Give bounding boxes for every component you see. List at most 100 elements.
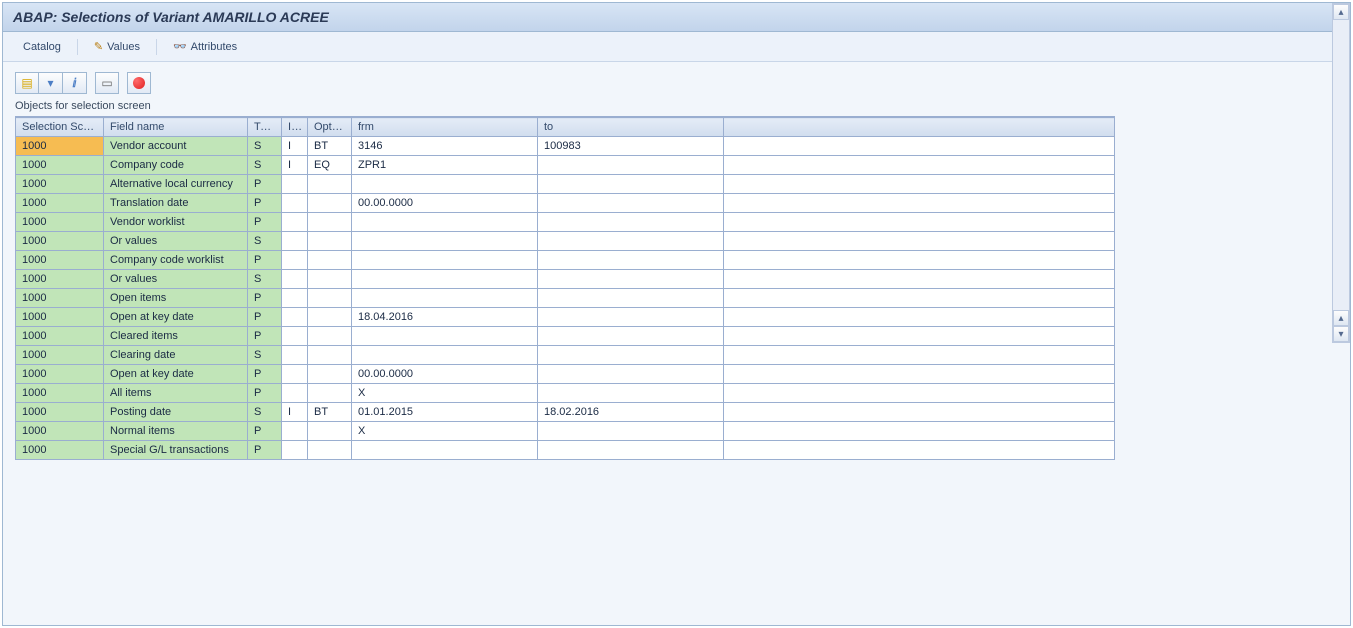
cell-selection-scrn[interactable]: 1000: [16, 403, 104, 422]
cell-ie[interactable]: [282, 346, 308, 365]
cell-type[interactable]: S: [248, 156, 282, 175]
table-row[interactable]: 1000Alternative local currencyP: [16, 175, 1115, 194]
cell-to[interactable]: [538, 213, 724, 232]
cell-field-name[interactable]: Alternative local currency: [104, 175, 248, 194]
table-row[interactable]: 1000Special G/L transactionsP: [16, 441, 1115, 460]
cell-ie[interactable]: I: [282, 137, 308, 156]
cell-type[interactable]: S: [248, 232, 282, 251]
cell-option[interactable]: BT: [308, 403, 352, 422]
cell-ie[interactable]: [282, 365, 308, 384]
table-row[interactable]: 1000All itemsPX: [16, 384, 1115, 403]
cell-selection-scrn[interactable]: 1000: [16, 365, 104, 384]
cell-ie[interactable]: [282, 232, 308, 251]
filter-button[interactable]: ▾: [39, 72, 63, 94]
cell-type[interactable]: S: [248, 346, 282, 365]
cell-option[interactable]: [308, 270, 352, 289]
cell-field-name[interactable]: Translation date: [104, 194, 248, 213]
cell-ie[interactable]: I: [282, 156, 308, 175]
cell-frm[interactable]: [352, 251, 538, 270]
col-option[interactable]: Option: [308, 118, 352, 137]
vertical-scrollbar[interactable]: ▴ ▴ ▾: [1332, 3, 1350, 343]
cell-frm[interactable]: [352, 346, 538, 365]
cell-type[interactable]: P: [248, 384, 282, 403]
cell-option[interactable]: [308, 232, 352, 251]
sum-button[interactable]: ⅈ: [63, 72, 87, 94]
cell-option[interactable]: [308, 308, 352, 327]
cell-ie[interactable]: [282, 194, 308, 213]
table-row[interactable]: 1000Or valuesS: [16, 232, 1115, 251]
cell-selection-scrn[interactable]: 1000: [16, 232, 104, 251]
table-row[interactable]: 1000Open at key dateP00.00.0000: [16, 365, 1115, 384]
cell-ie[interactable]: [282, 384, 308, 403]
cell-to[interactable]: [538, 289, 724, 308]
cell-frm[interactable]: [352, 213, 538, 232]
table-row[interactable]: 1000Vendor accountSIBT3146100983: [16, 137, 1115, 156]
scroll-up-icon[interactable]: ▴: [1333, 4, 1349, 20]
cell-to[interactable]: [538, 441, 724, 460]
cell-selection-scrn[interactable]: 1000: [16, 270, 104, 289]
cell-ie[interactable]: [282, 422, 308, 441]
cell-ie[interactable]: [282, 270, 308, 289]
cell-field-name[interactable]: Open items: [104, 289, 248, 308]
cell-frm[interactable]: 3146: [352, 137, 538, 156]
cell-selection-scrn[interactable]: 1000: [16, 422, 104, 441]
cell-type[interactable]: P: [248, 194, 282, 213]
table-row[interactable]: 1000Clearing dateS: [16, 346, 1115, 365]
cell-selection-scrn[interactable]: 1000: [16, 327, 104, 346]
table-row[interactable]: 1000Cleared itemsP: [16, 327, 1115, 346]
cell-field-name[interactable]: Company code: [104, 156, 248, 175]
table-row[interactable]: 1000Translation dateP00.00.0000: [16, 194, 1115, 213]
cell-ie[interactable]: [282, 251, 308, 270]
cell-field-name[interactable]: Special G/L transactions: [104, 441, 248, 460]
cell-field-name[interactable]: Company code worklist: [104, 251, 248, 270]
cell-field-name[interactable]: Cleared items: [104, 327, 248, 346]
cell-selection-scrn[interactable]: 1000: [16, 384, 104, 403]
col-frm[interactable]: frm: [352, 118, 538, 137]
layout-button[interactable]: [127, 72, 151, 94]
cell-field-name[interactable]: Or values: [104, 232, 248, 251]
cell-selection-scrn[interactable]: 1000: [16, 441, 104, 460]
cell-ie[interactable]: [282, 308, 308, 327]
cell-to[interactable]: [538, 251, 724, 270]
cell-to[interactable]: [538, 384, 724, 403]
cell-to[interactable]: [538, 422, 724, 441]
cell-to[interactable]: [538, 327, 724, 346]
cell-frm[interactable]: [352, 175, 538, 194]
table-row[interactable]: 1000Vendor worklistP: [16, 213, 1115, 232]
cell-ie[interactable]: [282, 289, 308, 308]
cell-to[interactable]: [538, 346, 724, 365]
cell-to[interactable]: [538, 175, 724, 194]
cell-frm[interactable]: [352, 289, 538, 308]
col-ie[interactable]: I/E: [282, 118, 308, 137]
sort-asc-button[interactable]: ▤: [15, 72, 39, 94]
cell-type[interactable]: P: [248, 422, 282, 441]
cell-field-name[interactable]: Open at key date: [104, 365, 248, 384]
cell-to[interactable]: [538, 270, 724, 289]
cell-option[interactable]: [308, 251, 352, 270]
cell-to[interactable]: 18.02.2016: [538, 403, 724, 422]
cell-selection-scrn[interactable]: 1000: [16, 251, 104, 270]
scroll-down-icon[interactable]: ▾: [1333, 326, 1349, 342]
cell-field-name[interactable]: Or values: [104, 270, 248, 289]
col-field-name[interactable]: Field name: [104, 118, 248, 137]
table-row[interactable]: 1000Posting dateSIBT01.01.201518.02.2016: [16, 403, 1115, 422]
cell-option[interactable]: [308, 213, 352, 232]
cell-option[interactable]: [308, 327, 352, 346]
cell-field-name[interactable]: Vendor account: [104, 137, 248, 156]
table-row[interactable]: 1000Company codeSIEQZPR1: [16, 156, 1115, 175]
cell-ie[interactable]: I: [282, 403, 308, 422]
cell-to[interactable]: [538, 365, 724, 384]
cell-field-name[interactable]: All items: [104, 384, 248, 403]
cell-selection-scrn[interactable]: 1000: [16, 137, 104, 156]
cell-selection-scrn[interactable]: 1000: [16, 289, 104, 308]
scroll-track[interactable]: [1333, 21, 1349, 309]
table-row[interactable]: 1000Or valuesS: [16, 270, 1115, 289]
cell-to[interactable]: [538, 194, 724, 213]
print-button[interactable]: ▭: [95, 72, 119, 94]
col-type[interactable]: Type: [248, 118, 282, 137]
cell-selection-scrn[interactable]: 1000: [16, 213, 104, 232]
cell-ie[interactable]: [282, 213, 308, 232]
col-to[interactable]: to: [538, 118, 724, 137]
table-row[interactable]: 1000Normal itemsPX: [16, 422, 1115, 441]
cell-frm[interactable]: 01.01.2015: [352, 403, 538, 422]
